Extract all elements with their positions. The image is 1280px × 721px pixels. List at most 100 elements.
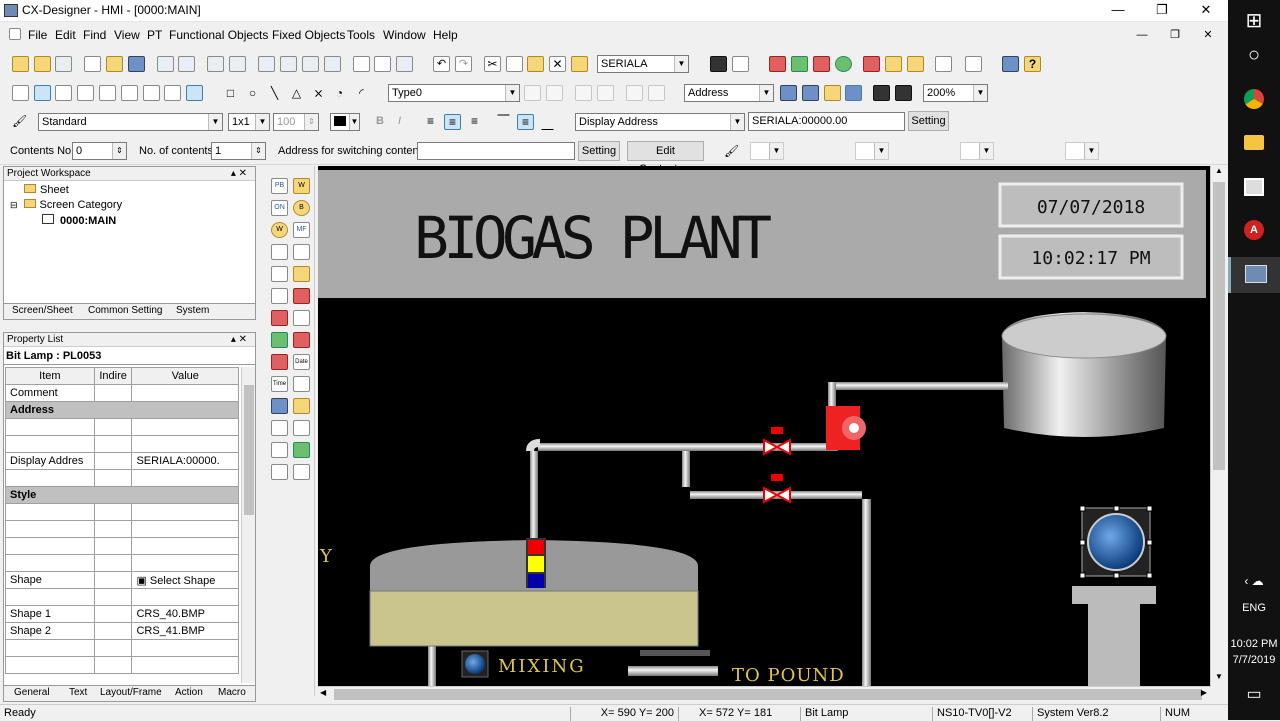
date-icon[interactable]: Date <box>293 354 310 370</box>
property-value[interactable] <box>131 639 239 657</box>
document-icon[interactable] <box>271 442 288 458</box>
contents-no-input[interactable]: 0 ⇕ <box>72 142 127 160</box>
properties-icon[interactable] <box>965 56 982 72</box>
menu-help[interactable]: Help <box>433 28 458 42</box>
tab-action[interactable]: Action <box>175 687 203 698</box>
align-b-icon[interactable] <box>546 85 563 101</box>
property-row[interactable]: Shape ▣ Select Shape <box>5 571 239 589</box>
folder-check-icon[interactable] <box>907 56 924 72</box>
app-window-icon[interactable] <box>1244 178 1264 196</box>
open-file-icon[interactable] <box>106 56 123 72</box>
align-a-icon[interactable] <box>524 85 541 101</box>
menu-tools[interactable]: Tools <box>347 28 375 42</box>
align-c-icon[interactable] <box>575 85 592 101</box>
string-icon[interactable] <box>293 244 310 260</box>
layout-a-icon[interactable] <box>12 85 29 101</box>
tab-system[interactable]: System <box>176 305 209 316</box>
frame-icon[interactable] <box>271 464 288 480</box>
copy-screen-icon[interactable] <box>178 56 195 72</box>
valign-bottom-icon[interactable]: ⎽ <box>539 114 556 130</box>
find-replace-icon[interactable] <box>732 56 749 72</box>
layout-f-icon[interactable] <box>121 85 138 101</box>
switch-setting-button[interactable]: Setting <box>578 141 620 161</box>
language-indicator[interactable]: ENG <box>1228 602 1280 614</box>
property-value[interactable]: CRS_41.BMP <box>131 622 239 640</box>
notifications-icon[interactable]: ▭ <box>1228 684 1280 704</box>
style-select[interactable]: Standard ▼ <box>38 113 223 131</box>
property-row[interactable] <box>5 656 239 674</box>
tab-screen-sheet[interactable]: Screen/Sheet <box>12 305 73 316</box>
app-red-icon[interactable]: A <box>1244 220 1264 240</box>
bar-graph-icon[interactable] <box>293 398 310 414</box>
property-scrollbar[interactable] <box>241 367 255 683</box>
layout-h-icon[interactable] <box>164 85 181 101</box>
layout-d-icon[interactable] <box>77 85 94 101</box>
wave-icon[interactable] <box>293 420 310 436</box>
addr-icon[interactable] <box>780 85 797 101</box>
cortana-icon[interactable]: ○ <box>1228 44 1280 67</box>
transfer2-icon[interactable] <box>229 56 246 72</box>
align-center-icon[interactable]: ≡ <box>444 114 461 130</box>
brush-icon[interactable]: 🖌 <box>12 114 29 130</box>
open-icon[interactable] <box>34 56 51 72</box>
property-row[interactable]: Address <box>5 401 239 419</box>
menu-window[interactable]: Window <box>383 28 426 42</box>
pushbutton-icon[interactable]: PB <box>271 178 288 194</box>
tab-macro[interactable]: Macro <box>218 687 246 698</box>
property-row[interactable]: Comment <box>5 384 239 402</box>
zoom-select[interactable]: 200% ▼ <box>923 84 988 102</box>
new-folder-icon[interactable] <box>12 56 29 72</box>
layout-i-icon[interactable] <box>186 85 203 101</box>
property-value[interactable] <box>131 537 239 555</box>
check-icon[interactable] <box>769 56 786 72</box>
trend-icon[interactable] <box>293 376 310 392</box>
list-selection-icon[interactable] <box>271 266 288 282</box>
clock-date[interactable]: 7/7/2019 <box>1228 654 1280 666</box>
transfer-icon[interactable] <box>207 56 224 72</box>
analog-meter-icon[interactable] <box>271 398 288 414</box>
binoculars-icon[interactable] <box>710 56 727 72</box>
style-d-select[interactable]: ▼ <box>1065 142 1099 160</box>
panel-close-icon[interactable]: ▴ ✕ <box>231 167 247 180</box>
layout-g-icon[interactable] <box>143 85 160 101</box>
circle-icon[interactable]: ○ <box>244 85 261 101</box>
panel-close-icon[interactable]: ▴ ✕ <box>231 333 247 346</box>
tab-layout-frame[interactable]: Layout/Frame <box>100 687 162 698</box>
size-value-input[interactable]: 100 ⇕ <box>273 113 319 131</box>
numeral-icon[interactable] <box>271 244 288 260</box>
save-icon[interactable] <box>128 56 145 72</box>
property-row[interactable] <box>5 588 239 606</box>
property-row[interactable]: Style <box>5 486 239 504</box>
align-right-icon[interactable]: ≡ <box>466 114 483 130</box>
chrome-icon[interactable] <box>1244 89 1264 109</box>
menu-edit[interactable]: Edit <box>55 28 76 42</box>
tab-common-setting[interactable]: Common Setting <box>88 305 162 316</box>
table-icon[interactable] <box>293 266 310 282</box>
edit-icon[interactable] <box>157 56 174 72</box>
maximize-button[interactable]: ❐ <box>1140 0 1184 22</box>
property-row[interactable] <box>5 537 239 555</box>
delete-icon[interactable]: ✕ <box>549 56 566 72</box>
color-select[interactable]: ▼ <box>330 113 360 131</box>
save-all-icon[interactable] <box>55 56 72 72</box>
line-icon[interactable]: ╲ <box>266 85 283 101</box>
property-value[interactable] <box>131 503 239 521</box>
multifunction-icon[interactable]: MF <box>293 222 310 238</box>
property-row[interactable]: Shape 1 CRS_40.BMP <box>5 605 239 623</box>
preview-icon[interactable] <box>374 56 391 72</box>
stop-icon[interactable] <box>813 56 830 72</box>
broken-line-icon[interactable] <box>293 310 310 326</box>
property-row[interactable] <box>5 418 239 436</box>
bulb-icon[interactable] <box>824 85 841 101</box>
style-b-select[interactable]: ▼ <box>855 142 889 160</box>
address-setting-button[interactable]: Setting <box>908 111 949 131</box>
word-button-icon[interactable]: W <box>293 178 310 194</box>
scroll-thumb[interactable] <box>244 385 254 515</box>
property-value[interactable]: ▣ Select Shape <box>131 571 239 589</box>
data-block-icon[interactable] <box>271 354 288 370</box>
address-select[interactable]: Address ▼ <box>684 84 774 102</box>
property-row[interactable] <box>5 639 239 657</box>
property-value[interactable]: CRS_40.BMP <box>131 605 239 623</box>
time-icon[interactable]: Time <box>271 376 288 392</box>
cut-icon[interactable]: ✂ <box>484 56 501 72</box>
